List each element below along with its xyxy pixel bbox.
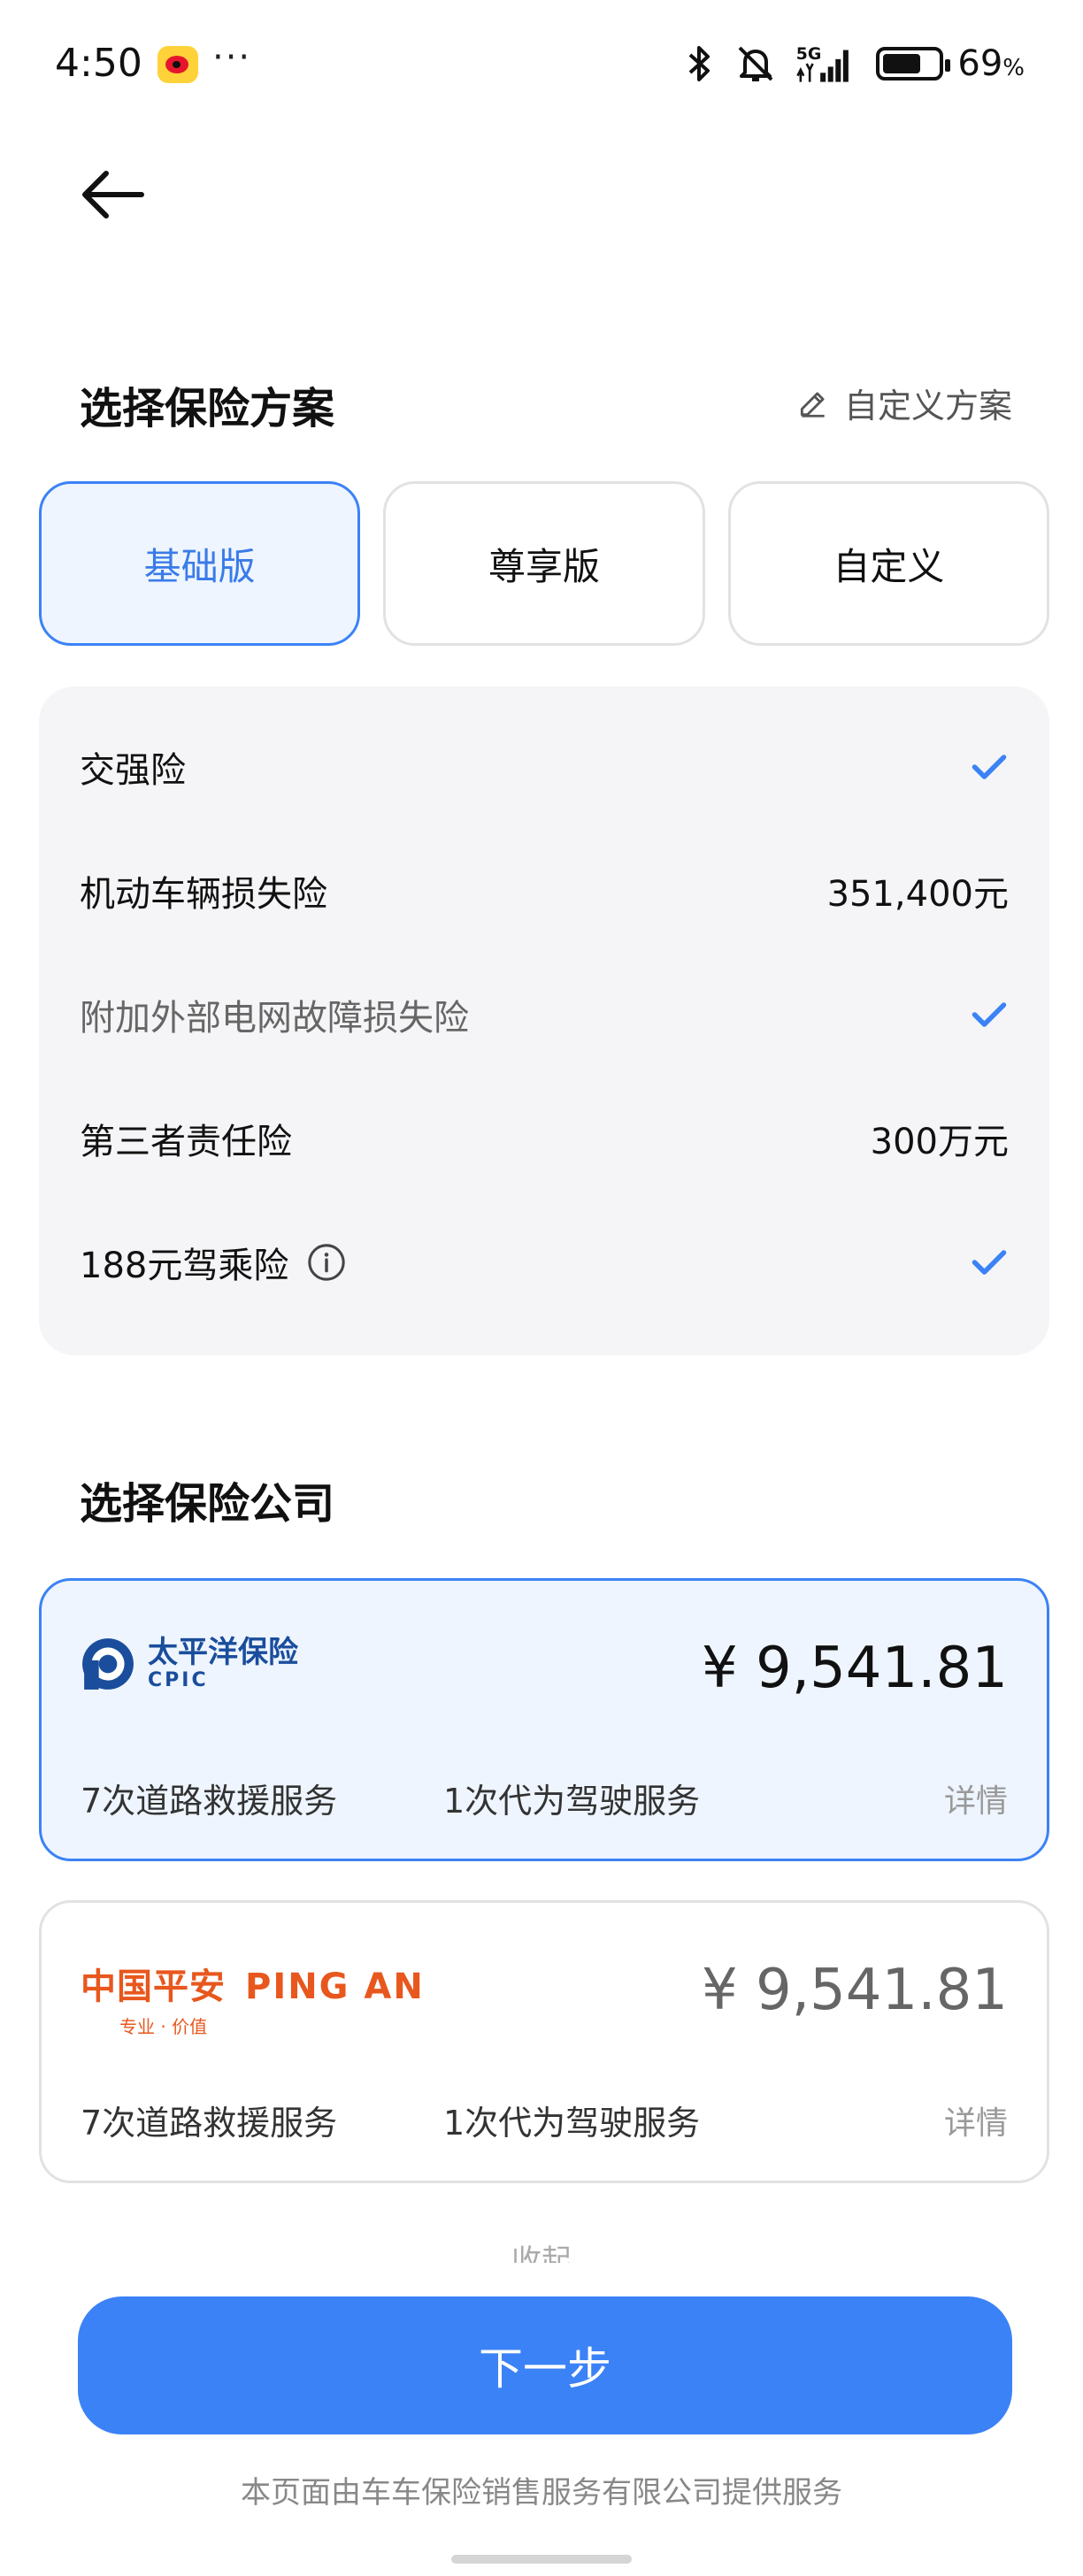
cpic-logo: 太平洋保险 CPIC [81, 1636, 298, 1691]
bluetooth-icon [689, 46, 710, 81]
coverage-row-third-party[interactable]: 第三者责任险 300万元 [39, 1077, 1049, 1200]
coverage-value: 351,400元 [826, 874, 1009, 915]
cpic-logo-en: CPIC [148, 1669, 209, 1691]
collapse-toggle[interactable]: 收起 [0, 2236, 1083, 2263]
company-price: ¥ 9,541.81 [701, 1958, 1008, 2023]
company-section-title: 选择保险公司 [80, 1479, 335, 1529]
company-card-pingan[interactable]: 中国平安 PING AN 专业 · 价值 ¥ 9,541.81 7次道路救援服务… [39, 1900, 1049, 2183]
battery-percent: 69% [957, 43, 1025, 84]
company-price: ¥ 9,541.81 [701, 1636, 1008, 1701]
coverage-row-compulsory[interactable]: 交强险 [39, 705, 1049, 829]
pingan-logo-en: PING AN [245, 1966, 425, 2007]
pingan-logo-cn: 中国平安 [81, 1966, 226, 2007]
coverage-list: 交强险 机动车辆损失险 351,400元 附加外部电网故障损失险 第三者责任险 … [39, 686, 1049, 1355]
check-icon [972, 1250, 1007, 1275]
plan-section-title: 选择保险方案 [80, 384, 335, 433]
edit-pencil-icon [800, 391, 825, 418]
status-time: 4:50 [55, 41, 142, 86]
designated-driving-service: 1次代为驾驶服务 [443, 1782, 701, 1821]
coverage-value: 300万元 [870, 1122, 1009, 1162]
company-detail-link[interactable]: 详情 [944, 1775, 1008, 1821]
designated-driving-service: 1次代为驾驶服务 [443, 2104, 701, 2143]
cpic-logo-cn: 太平洋保险 [148, 1635, 298, 1670]
custom-plan-link[interactable]: 自定义方案 [796, 379, 1012, 427]
road-rescue-service: 7次道路救援服务 [81, 2104, 338, 2143]
coverage-label: 188元驾乘险 [80, 1246, 289, 1286]
back-arrow-icon[interactable] [78, 159, 149, 230]
plan-tab-basic[interactable]: 基础版 [39, 481, 361, 646]
coverage-label-group: 188元驾乘险 [80, 1237, 347, 1288]
battery-icon [876, 47, 951, 80]
company-card-cpic[interactable]: 太平洋保险 CPIC ¥ 9,541.81 7次道路救援服务 1次代为驾驶服务 … [39, 1578, 1049, 1861]
custom-plan-label: 自定义方案 [843, 387, 1012, 426]
coverage-row-vehicle-damage[interactable]: 机动车辆损失险 351,400元 [39, 829, 1049, 953]
home-indicator[interactable] [451, 2555, 632, 2564]
status-bar: 4:50 ··· 5G 69% [0, 0, 1083, 133]
mute-bell-icon [738, 46, 773, 81]
signal-5g-icon: 5G [796, 45, 849, 82]
plan-tabs: 基础版 尊享版 自定义 [39, 481, 1049, 646]
coverage-row-grid-failure[interactable]: 附加外部电网故障损失险 [39, 953, 1049, 1077]
check-icon [972, 1002, 1007, 1027]
plan-tab-custom[interactable]: 自定义 [727, 481, 1049, 646]
info-icon[interactable] [306, 1242, 347, 1283]
service-provider-footer: 本页面由车车保险销售服务有限公司提供服务 [241, 2475, 842, 2511]
network-label: 5G [796, 45, 822, 64]
next-step-button[interactable]: 下一步 [78, 2296, 1012, 2434]
coverage-row-passenger[interactable]: 188元驾乘险 [39, 1200, 1049, 1324]
company-detail-link[interactable]: 详情 [944, 2097, 1008, 2143]
status-icons: 5G 69% [678, 39, 1025, 88]
coverage-label: 附加外部电网故障损失险 [80, 998, 469, 1039]
road-rescue-service: 7次道路救援服务 [81, 1782, 338, 1821]
coverage-label: 机动车辆损失险 [80, 874, 327, 915]
weibo-icon [157, 46, 198, 83]
coverage-label: 第三者责任险 [80, 1122, 292, 1162]
more-notifications-icon: ··· [212, 37, 252, 78]
check-icon [972, 755, 1007, 779]
cpic-logo-mark [82, 1637, 134, 1690]
battery-level [883, 54, 920, 73]
plan-tab-premium[interactable]: 尊享版 [383, 481, 705, 646]
coverage-label: 交强险 [80, 750, 186, 791]
